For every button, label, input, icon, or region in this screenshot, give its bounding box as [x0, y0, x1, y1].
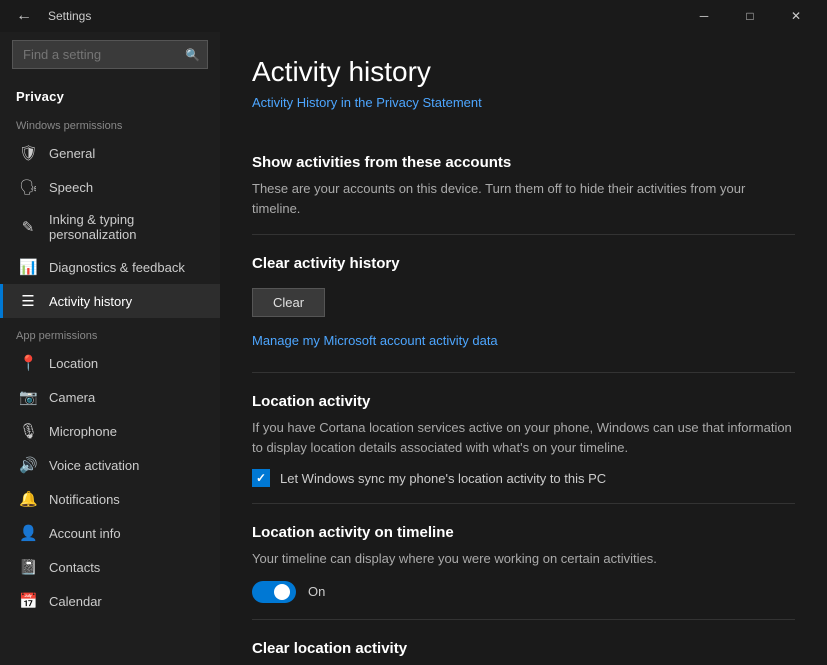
- main-content: Activity history Activity History in the…: [220, 32, 827, 665]
- location-checkbox-label: Let Windows sync my phone's location act…: [280, 471, 606, 486]
- toggle-row: On: [252, 581, 795, 603]
- sidebar: 🔍 Privacy Windows permissions 🛡 General …: [0, 32, 220, 665]
- sidebar-item-label: Voice activation: [49, 458, 139, 473]
- windows-permissions-label: Windows permissions: [0, 108, 220, 136]
- clear-activity-title: Clear activity history: [252, 255, 795, 272]
- titlebar-title: Settings: [48, 9, 91, 23]
- sidebar-item-notifications[interactable]: 🔔 Notifications: [0, 482, 220, 516]
- divider-4: [252, 619, 795, 620]
- location-activity-title: Location activity: [252, 393, 795, 410]
- contacts-icon: 📓: [19, 558, 37, 576]
- general-icon: 🛡: [19, 144, 37, 162]
- back-button[interactable]: ←: [8, 7, 40, 25]
- sidebar-item-inking[interactable]: ✎ Inking & typing personalization: [0, 204, 220, 250]
- speech-icon: 🗣: [19, 178, 37, 196]
- location-timeline-title: Location activity on timeline: [252, 524, 795, 541]
- titlebar: ← Settings ─ □ ✕: [0, 0, 827, 32]
- page-title: Activity history: [252, 56, 795, 88]
- microphone-icon: 🎙: [19, 422, 37, 440]
- search-container: 🔍: [0, 32, 220, 77]
- sidebar-item-contacts[interactable]: 📓 Contacts: [0, 550, 220, 584]
- checkmark-icon: ✓: [256, 471, 266, 485]
- sidebar-item-camera[interactable]: 📷 Camera: [0, 380, 220, 414]
- toggle-thumb: [274, 584, 290, 600]
- show-activities-desc: These are your accounts on this device. …: [252, 179, 795, 218]
- camera-icon: 📷: [19, 388, 37, 406]
- maximize-button[interactable]: □: [727, 0, 773, 32]
- sidebar-item-account[interactable]: 👤 Account info: [0, 516, 220, 550]
- sidebar-item-label: Contacts: [49, 560, 100, 575]
- divider-1: [252, 234, 795, 235]
- sidebar-item-label: Calendar: [49, 594, 102, 609]
- location-timeline-toggle[interactable]: [252, 581, 296, 603]
- sidebar-item-label: Speech: [49, 180, 93, 195]
- location-checkbox-row: ✓ Let Windows sync my phone's location a…: [252, 469, 795, 487]
- toggle-label: On: [308, 584, 325, 599]
- search-input[interactable]: [12, 40, 208, 69]
- sidebar-item-label: Diagnostics & feedback: [49, 260, 185, 275]
- sidebar-item-label: Microphone: [49, 424, 117, 439]
- calendar-icon: 📅: [19, 592, 37, 610]
- sidebar-item-voice[interactable]: 🔊 Voice activation: [0, 448, 220, 482]
- search-wrapper: 🔍: [12, 40, 208, 69]
- close-button[interactable]: ✕: [773, 0, 819, 32]
- privacy-statement-link[interactable]: Activity History in the Privacy Statemen…: [252, 95, 482, 110]
- manage-account-link[interactable]: Manage my Microsoft account activity dat…: [252, 333, 498, 348]
- privacy-label: Privacy: [0, 81, 220, 108]
- sidebar-item-label: Account info: [49, 526, 121, 541]
- sidebar-item-general[interactable]: 🛡 General: [0, 136, 220, 170]
- divider-2: [252, 372, 795, 373]
- diagnostics-icon: 📊: [19, 258, 37, 276]
- sidebar-item-label: Inking & typing personalization: [49, 212, 204, 242]
- notifications-icon: 🔔: [19, 490, 37, 508]
- sidebar-item-label: Notifications: [49, 492, 120, 507]
- sidebar-item-calendar[interactable]: 📅 Calendar: [0, 584, 220, 618]
- sidebar-item-microphone[interactable]: 🎙 Microphone: [0, 414, 220, 448]
- activity-icon: ☰: [19, 292, 37, 310]
- sidebar-item-activity[interactable]: ☰ Activity history: [0, 284, 220, 318]
- sidebar-item-diagnostics[interactable]: 📊 Diagnostics & feedback: [0, 250, 220, 284]
- sidebar-item-label: Camera: [49, 390, 95, 405]
- minimize-button[interactable]: ─: [681, 0, 727, 32]
- titlebar-controls: ─ □ ✕: [681, 0, 819, 32]
- account-icon: 👤: [19, 524, 37, 542]
- sidebar-item-label: Location: [49, 356, 98, 371]
- location-icon: 📍: [19, 354, 37, 372]
- voice-icon: 🔊: [19, 456, 37, 474]
- clear-location-title: Clear location activity: [252, 640, 795, 657]
- divider-3: [252, 503, 795, 504]
- show-activities-title: Show activities from these accounts: [252, 154, 795, 171]
- sidebar-item-label: General: [49, 146, 95, 161]
- sidebar-item-location[interactable]: 📍 Location: [0, 346, 220, 380]
- sidebar-item-speech[interactable]: 🗣 Speech: [0, 170, 220, 204]
- location-activity-desc: If you have Cortana location services ac…: [252, 418, 795, 457]
- location-checkbox[interactable]: ✓: [252, 469, 270, 487]
- sidebar-item-label: Activity history: [49, 294, 132, 309]
- app-container: 🔍 Privacy Windows permissions 🛡 General …: [0, 32, 827, 665]
- location-timeline-desc: Your timeline can display where you were…: [252, 549, 795, 569]
- app-permissions-label: App permissions: [0, 318, 220, 346]
- clear-activity-button[interactable]: Clear: [252, 288, 325, 317]
- search-icon: 🔍: [185, 48, 200, 62]
- titlebar-left: ← Settings: [8, 7, 91, 25]
- inking-icon: ✎: [19, 218, 37, 236]
